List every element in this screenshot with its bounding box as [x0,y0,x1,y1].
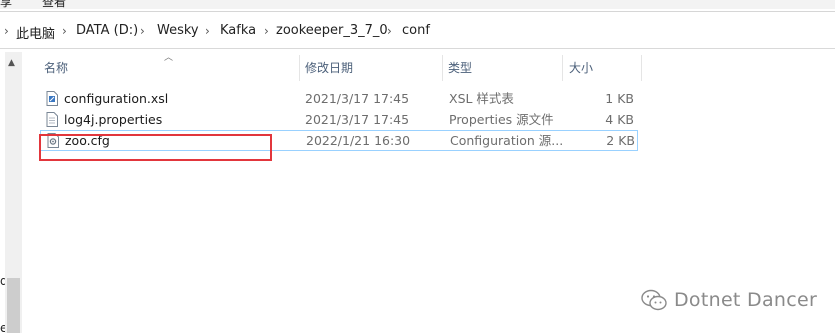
sort-ascending-icon: ︿ [164,53,174,63]
file-size: 2 KB [606,133,635,148]
column-header-type[interactable]: 类型 [448,55,472,81]
column-header-name[interactable]: 名称 [44,55,68,81]
address-bar-border [0,48,835,49]
breadcrumb-this-pc[interactable]: 此电脑 [16,23,55,42]
column-divider[interactable] [641,55,642,81]
watermark-text: Dotnet Dancer [674,289,818,311]
scrollbar-thumb[interactable] [7,278,20,333]
file-type: XSL 样式表 [449,91,514,106]
column-divider[interactable] [562,55,563,81]
column-header-date[interactable]: 修改日期 [305,55,353,81]
file-date: 2021/3/17 17:45 [305,112,410,127]
column-divider[interactable] [299,55,300,81]
breadcrumb-separator[interactable]: › [387,24,392,38]
breadcrumb-separator[interactable]: › [140,24,145,38]
xsl-file-icon [46,91,58,106]
file-date: 2022/1/21 16:30 [306,133,411,148]
file-name: configuration.xsl [64,91,169,106]
column-divider[interactable] [442,55,443,81]
breadcrumb-separator[interactable]: › [62,24,67,38]
file-row[interactable]: configuration.xsl 2021/3/17 17:45 XSL 样式… [40,88,638,109]
file-type: Configuration 源... [450,133,564,148]
column-header: 名称 ︿ 修改日期 类型 大小 [36,53,642,81]
breadcrumb-separator[interactable]: › [4,24,9,38]
column-header-size[interactable]: 大小 [569,55,593,81]
file-size: 1 KB [605,91,634,106]
breadcrumb-kafka[interactable]: Kafka [220,23,256,38]
navigation-scrollbar[interactable]: ▲ [5,52,22,333]
ribbon-strip-partial: 享 查看 [0,0,835,9]
breadcrumb-separator[interactable]: › [264,24,269,38]
ribbon-tab-view-partial[interactable]: 查看 [42,0,66,9]
ribbon-divider [0,11,835,12]
ribbon-tab-share-partial[interactable]: 享 [0,0,12,9]
breadcrumb-conf[interactable]: conf [402,23,430,38]
breadcrumb-data-drive[interactable]: DATA (D:) [76,23,138,38]
breadcrumb-separator[interactable]: › [205,24,210,38]
highlight-annotation-box [39,134,272,161]
scroll-up-arrow-icon[interactable]: ▲ [8,58,15,68]
address-bar[interactable]: › 此电脑 › DATA (D:) › Wesky › Kafka › zook… [0,14,835,48]
breadcrumb-zookeeper[interactable]: zookeeper_3_7_0 [276,23,388,38]
document-icon [46,112,58,127]
file-row[interactable]: log4j.properties 2021/3/17 17:45 Propert… [40,109,638,130]
wechat-icon [641,289,667,311]
file-date: 2021/3/17 17:45 [305,91,410,106]
breadcrumb-wesky[interactable]: Wesky [157,23,199,38]
file-size: 4 KB [605,112,634,127]
watermark: Dotnet Dancer [640,286,817,314]
file-name: log4j.properties [64,112,163,127]
file-type: Properties 源文件 [449,112,554,127]
